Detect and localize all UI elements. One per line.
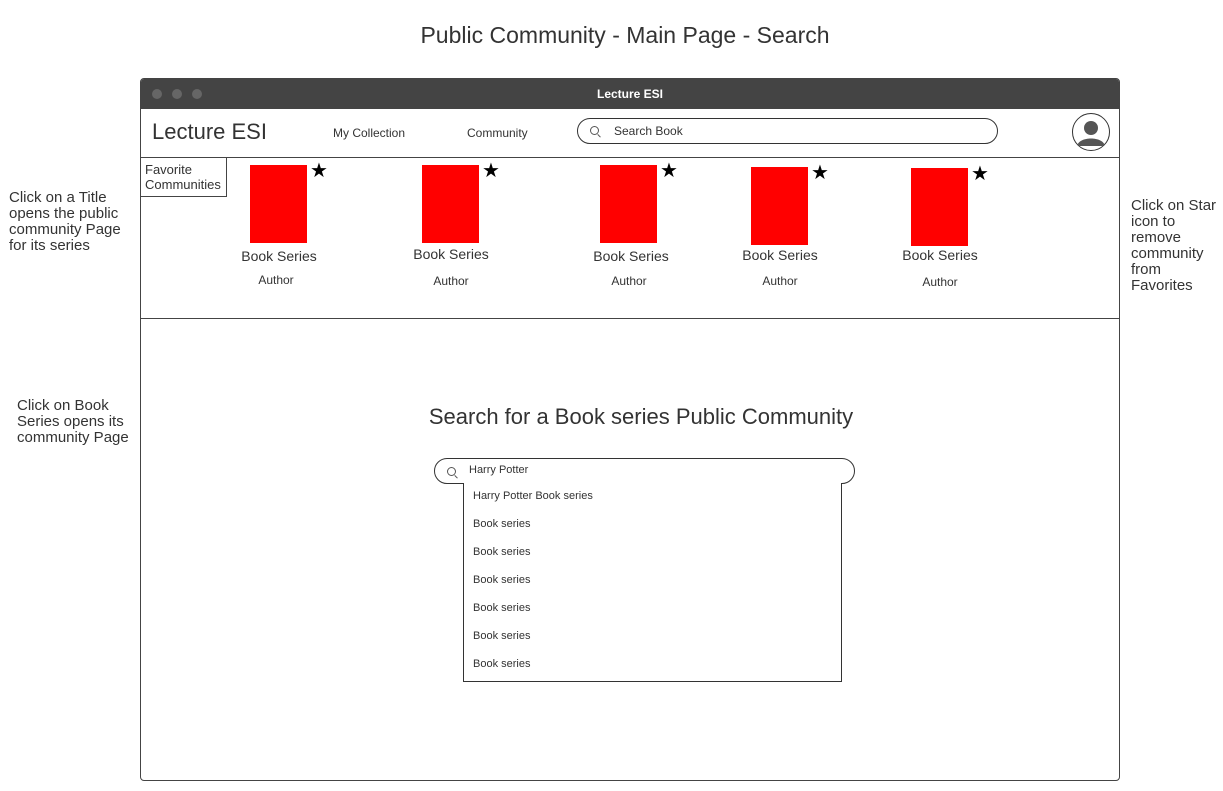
book-series-author: Author — [433, 274, 469, 288]
star-icon[interactable]: ★ — [660, 161, 678, 181]
search-heading: Search for a Book series Public Communit… — [428, 404, 854, 429]
suggestion-item[interactable]: Book series — [473, 574, 530, 586]
window-titlebar: Lecture ESI — [141, 79, 1119, 109]
search-book-input[interactable]: Search Book — [577, 118, 998, 144]
search-icon — [590, 126, 599, 135]
book-series-author: Author — [922, 275, 958, 289]
book-cover[interactable] — [911, 168, 968, 246]
suggestion-item[interactable]: Book series — [473, 518, 530, 530]
search-icon — [447, 467, 456, 476]
book-cover[interactable] — [600, 165, 657, 243]
page-title: Public Community - Main Page - Search — [420, 22, 830, 48]
nav-community[interactable]: Community — [467, 126, 528, 140]
favorite-community-item[interactable]: ★ Book Series Author — [241, 161, 360, 295]
book-series-title[interactable]: Book Series — [402, 246, 500, 262]
book-series-title[interactable]: Book Series — [230, 248, 328, 264]
suggestion-item[interactable]: Harry Potter Book series — [473, 490, 593, 502]
window-title: Lecture ESI — [596, 87, 664, 101]
user-avatar-icon[interactable] — [1072, 113, 1110, 151]
brand-logo[interactable]: Lecture ESI — [152, 119, 267, 145]
favorite-communities-label: Favorite Communities — [141, 158, 227, 197]
community-search-value[interactable]: Harry Potter — [469, 464, 528, 476]
book-cover[interactable] — [751, 167, 808, 245]
annotation-note-star: Click on Star icon to remove community f… — [1131, 197, 1217, 294]
star-icon[interactable]: ★ — [482, 161, 500, 181]
book-series-title[interactable]: Book Series — [582, 248, 680, 264]
favorite-community-item[interactable]: ★ Book Series Author — [413, 161, 532, 295]
book-cover[interactable] — [422, 165, 479, 243]
suggestion-item[interactable]: Book series — [473, 630, 530, 642]
book-series-title[interactable]: Book Series — [731, 247, 829, 263]
annotation-note-title: Click on a Title opens the public commun… — [9, 189, 121, 254]
search-suggestions-dropdown: Harry Potter Book series Book series Boo… — [463, 483, 842, 682]
book-series-author: Author — [258, 273, 294, 287]
favorite-community-item[interactable]: ★ Book Series Author — [902, 164, 1021, 298]
nav-my-collection[interactable]: My Collection — [333, 126, 405, 140]
star-icon[interactable]: ★ — [310, 161, 328, 181]
favorite-communities-section: Favorite Communities ★ Book Series Autho… — [141, 158, 1119, 319]
browser-window: Lecture ESI Lecture ESI My Collection Co… — [140, 78, 1120, 781]
book-series-author: Author — [762, 274, 798, 288]
book-cover[interactable] — [250, 165, 307, 243]
annotation-note-book-series: Click on Book Series opens its community… — [17, 397, 129, 446]
navbar: Lecture ESI My Collection Community Sear… — [141, 109, 1119, 158]
suggestion-item[interactable]: Book series — [473, 546, 530, 558]
favorite-community-item[interactable]: ★ Book Series Author — [593, 161, 710, 295]
suggestion-item[interactable]: Book series — [473, 602, 530, 614]
search-book-placeholder: Search Book — [614, 124, 683, 138]
community-search-input[interactable]: Harry Potter — [434, 458, 855, 484]
star-icon[interactable]: ★ — [811, 163, 829, 183]
book-series-author: Author — [611, 274, 647, 288]
suggestion-item[interactable]: Book series — [473, 658, 530, 670]
book-series-title[interactable]: Book Series — [891, 247, 989, 263]
favorite-community-item[interactable]: ★ Book Series Author — [742, 163, 861, 297]
star-icon[interactable]: ★ — [971, 164, 989, 184]
